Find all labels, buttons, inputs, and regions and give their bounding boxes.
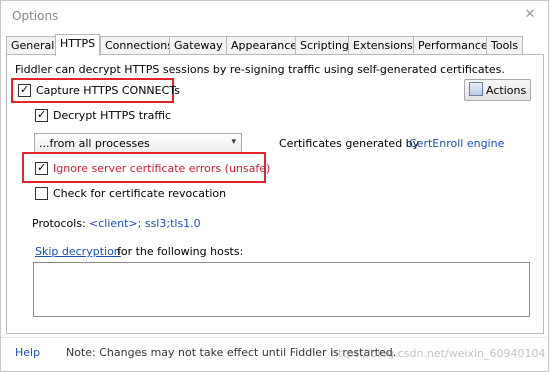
watermark-text: https://blog.csdn.net/weixin_60940104 [331,347,546,360]
tab-tools[interactable]: Tools [486,36,524,55]
revocation-label: Check for certificate revocation [53,187,227,200]
actions-button[interactable]: Actions [464,79,531,101]
tab-appearance[interactable]: Appearance [226,36,303,55]
checkmark-icon: ✓ [20,83,30,96]
actions-icon [469,82,483,96]
tab-connections[interactable]: Connections [100,36,178,55]
tab-extensions[interactable]: Extensions [348,36,418,55]
tab-general[interactable]: General [6,36,60,55]
capture-https-label: Capture HTTPS CONNECTs [36,84,180,97]
help-link[interactable]: Help [15,346,40,359]
tab-scripting[interactable]: Scripting [295,36,354,55]
tab-https[interactable]: HTTPS [55,34,101,56]
ignore-errors-label: Ignore server certificate errors (unsafe… [53,162,271,175]
capture-https-checkbox[interactable]: ✓ [18,83,31,97]
protocols-prefix: Protocols: [32,217,86,230]
protocols-link[interactable]: <client>; ssl3;tls1.0 [89,217,201,230]
process-filter-select[interactable]: ...from all processes ▾ [34,133,242,154]
skip-hosts-textarea[interactable] [33,262,530,317]
cert-generated-prefix: Certificates generated by [279,137,420,150]
actions-label: Actions [486,84,527,97]
chevron-down-icon: ▾ [231,137,236,147]
decrypt-https-checkbox[interactable]: ✓ [35,108,48,122]
decrypt-https-label: Decrypt HTTPS traffic [53,109,171,122]
https-panel: Fiddler can decrypt HTTPS sessions by re… [6,54,544,334]
tab-strip: General HTTPS Connections Gateway Appear… [6,34,544,56]
checkmark-icon: ✓ [37,161,47,174]
skip-decryption-link[interactable]: Skip decryption [35,245,121,258]
revocation-checkbox[interactable] [35,187,48,200]
close-icon[interactable]: ✕ [522,7,538,23]
checkmark-icon: ✓ [37,108,47,121]
footer-divider [1,337,548,338]
ignore-errors-checkbox[interactable]: ✓ [35,161,48,175]
window-title: Options [12,9,59,23]
title-bar: Options ✕ [1,1,548,33]
https-description: Fiddler can decrypt HTTPS sessions by re… [15,63,505,76]
tab-gateway[interactable]: Gateway [169,36,228,55]
tab-performance[interactable]: Performance [413,36,493,55]
options-dialog: Options ✕ General HTTPS Connections Gate… [0,0,549,372]
skip-decryption-suffix: for the following hosts: [117,245,244,258]
process-filter-value: ...from all processes [39,137,150,150]
cert-engine-link[interactable]: CertEnroll engine [409,137,504,150]
